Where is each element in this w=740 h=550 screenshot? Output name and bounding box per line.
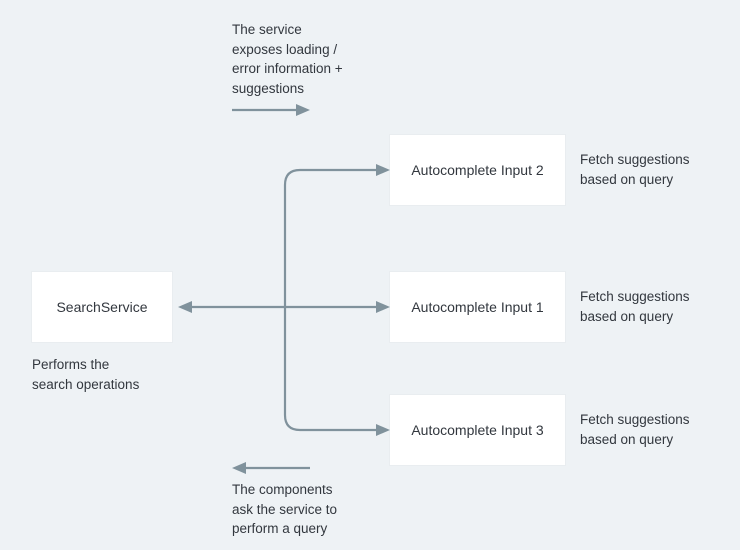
autocomplete-caption-1: Fetch suggestionsbased on query [580,287,720,326]
autocomplete-node-2: Autocomplete Input 2 [390,135,565,205]
arrowhead-annot-bottom-icon [232,462,246,474]
arrowhead-annot-top-icon [296,104,310,116]
autocomplete-label-1: Autocomplete Input 1 [411,299,543,315]
service-label: SearchService [56,299,147,315]
bottom-annotation: The componentsask the service toperform … [232,480,392,539]
connector-branch-bottom [285,307,380,430]
autocomplete-label-2: Autocomplete Input 2 [411,162,543,178]
autocomplete-caption-2: Fetch suggestionsbased on query [580,150,720,189]
connector-branch-top [285,170,380,307]
arrowhead-right-top-icon [376,164,390,176]
autocomplete-caption-3: Fetch suggestionsbased on query [580,410,720,449]
service-caption: Performs thesearch operations [32,355,182,394]
arrowhead-right-bottom-icon [376,424,390,436]
autocomplete-node-3: Autocomplete Input 3 [390,395,565,465]
autocomplete-node-1: Autocomplete Input 1 [390,272,565,342]
arrowhead-right-middle-icon [376,301,390,313]
top-annotation: The serviceexposes loading /error inform… [232,20,392,98]
service-node: SearchService [32,272,172,342]
autocomplete-label-3: Autocomplete Input 3 [411,422,543,438]
arrowhead-left-icon [178,301,192,313]
